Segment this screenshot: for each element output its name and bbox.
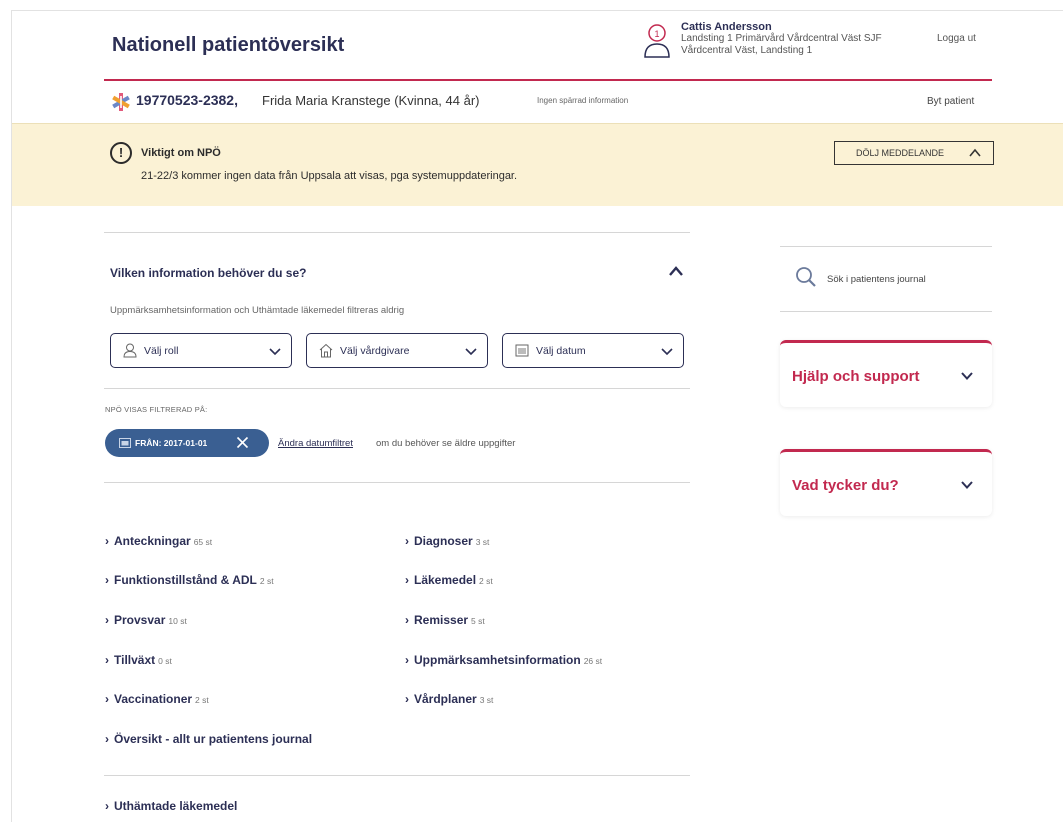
house-icon: [319, 343, 333, 358]
chevron-down-icon: [269, 348, 281, 356]
category-count: 10 st: [168, 616, 187, 626]
chevron-down-icon: [661, 348, 673, 356]
category-count: 3 st: [475, 537, 490, 547]
category-count: 26 st: [583, 656, 603, 666]
calendar-icon: [515, 344, 529, 357]
category-label: Uthämtade läkemedel: [114, 799, 238, 813]
user-unit: Vårdcentral Väst, Landsting 1: [681, 45, 813, 56]
chevron-up-icon[interactable]: [667, 263, 685, 281]
chevron-right-icon: ›: [105, 653, 109, 667]
date-select-label: Välj datum: [536, 345, 586, 357]
user-avatar-icon: 1: [644, 24, 670, 58]
category-label: Tillväxt: [114, 653, 156, 667]
chevron-down-icon: [465, 348, 477, 356]
category-count: 3 st: [479, 695, 494, 705]
svg-text:1: 1: [654, 29, 659, 39]
section-divider: [104, 482, 690, 483]
category-label: Diagnoser: [414, 534, 473, 548]
category-anteckningar[interactable]: › Anteckningar 65 st: [105, 534, 212, 548]
journal-search-link[interactable]: Sök i patientens journal: [827, 274, 926, 285]
filtered-on-heading: NPÖ VISAS FILTRERAD PÅ:: [105, 405, 208, 414]
category-label: Översikt - allt ur patientens journal: [114, 732, 313, 746]
notice-title: Viktigt om NPÖ: [141, 147, 221, 159]
chevron-right-icon: ›: [405, 613, 409, 627]
category-funktionstillstand[interactable]: › Funktionstillstånd & ADL 2 st: [105, 573, 274, 587]
app-title: Nationell patientöversikt: [112, 34, 345, 56]
role-select-label: Välj roll: [144, 345, 179, 357]
patient-star-of-life-icon: [112, 93, 130, 111]
header-divider: [104, 79, 992, 81]
category-oversikt[interactable]: › Översikt - allt ur patientens journal: [105, 732, 312, 746]
caregiver-select[interactable]: Välj vårdgivare: [306, 333, 488, 368]
category-count: 0 st: [158, 656, 172, 666]
chevron-right-icon: ›: [405, 573, 409, 587]
chevron-right-icon: ›: [405, 692, 409, 706]
blocked-info-status: Ingen spärrad information: [537, 96, 629, 105]
chevron-right-icon: ›: [405, 653, 409, 667]
category-vaccinationer[interactable]: › Vaccinationer 2 st: [105, 692, 209, 706]
category-label: Provsvar: [114, 613, 166, 627]
category-label: Vaccinationer: [114, 692, 193, 706]
category-count: 2 st: [479, 576, 493, 586]
filter-note: Uppmärksamhetsinformation och Uthämtade …: [110, 305, 405, 316]
search-icon[interactable]: [795, 266, 817, 288]
calendar-icon: [119, 438, 131, 448]
hide-notice-label: DÖLJ MEDDELANDE: [856, 148, 945, 158]
section-divider: [104, 232, 690, 233]
category-label: Remisser: [414, 613, 469, 627]
chevron-right-icon: ›: [105, 799, 109, 813]
patient-personal-number: 19770523-2382,: [136, 92, 238, 108]
category-label: Anteckningar: [114, 534, 191, 548]
close-icon[interactable]: [236, 436, 249, 449]
category-uthamtade-lakemedel[interactable]: › Uthämtade läkemedel: [105, 799, 237, 813]
category-label: Läkemedel: [414, 573, 477, 587]
category-diagnoser[interactable]: › Diagnoser 3 st: [405, 534, 489, 548]
chevron-right-icon: ›: [105, 573, 109, 587]
chevron-right-icon: ›: [105, 692, 109, 706]
section-divider: [104, 775, 690, 776]
date-filter-chip[interactable]: FRÅN: 2017-01-01: [105, 429, 269, 457]
notice-text: 21-22/3 kommer ingen data från Uppsala a…: [141, 170, 518, 182]
help-support-title: Hjälp och support: [792, 368, 920, 385]
chevron-right-icon: ›: [105, 534, 109, 548]
category-count: 2 st: [259, 576, 274, 586]
role-select[interactable]: Välj roll: [110, 333, 292, 368]
category-remisser[interactable]: › Remisser 5 st: [405, 613, 485, 627]
chevron-down-icon: [961, 372, 973, 380]
user-name: Cattis Andersson: [681, 21, 772, 33]
change-patient-link[interactable]: Byt patient: [927, 96, 974, 107]
change-date-filter-link[interactable]: Ändra datumfiltret: [278, 438, 353, 449]
feedback-card[interactable]: Vad tycker du?: [780, 449, 992, 516]
feedback-title: Vad tycker du?: [792, 477, 899, 494]
logout-link[interactable]: Logga ut: [937, 33, 976, 44]
section-divider: [104, 388, 690, 389]
category-count: 2 st: [195, 695, 209, 705]
category-count: 65 st: [193, 537, 213, 547]
category-lakemedel[interactable]: › Läkemedel 2 st: [405, 573, 493, 587]
category-label: Funktionstillstånd & ADL: [114, 573, 257, 587]
hide-notice-button[interactable]: DÖLJ MEDDELANDE: [834, 141, 994, 165]
date-select[interactable]: Välj datum: [502, 333, 684, 368]
filter-heading: Vilken information behöver du se?: [110, 266, 307, 280]
category-label: Vårdplaner: [414, 692, 477, 706]
chevron-right-icon: ›: [105, 732, 109, 746]
chevron-up-icon: [969, 148, 981, 157]
patient-name: Frida Maria Kranstege (Kvinna, 44 år): [262, 93, 480, 108]
chevron-down-icon: [961, 481, 973, 489]
category-vardplaner[interactable]: › Vårdplaner 3 st: [405, 692, 493, 706]
category-label: Uppmärksamhetsinformation: [414, 653, 581, 667]
change-date-filter-hint: om du behöver se äldre uppgifter: [376, 438, 516, 449]
category-tillvaxt[interactable]: › Tillväxt 0 st: [105, 653, 172, 667]
caregiver-select-label: Välj vårdgivare: [340, 345, 410, 357]
exclamation-icon: !: [110, 142, 132, 164]
category-uppmarksamhetsinformation[interactable]: › Uppmärksamhetsinformation 26 st: [405, 653, 602, 667]
category-provsvar[interactable]: › Provsvar 10 st: [105, 613, 187, 627]
chevron-right-icon: ›: [405, 534, 409, 548]
person-icon: [123, 343, 137, 358]
category-count: 5 st: [471, 616, 485, 626]
date-filter-chip-label: FRÅN: 2017-01-01: [135, 438, 208, 448]
help-support-card[interactable]: Hjälp och support: [780, 340, 992, 407]
chevron-right-icon: ›: [105, 613, 109, 627]
user-organisation: Landsting 1 Primärvård Vårdcentral Väst …: [681, 33, 882, 44]
